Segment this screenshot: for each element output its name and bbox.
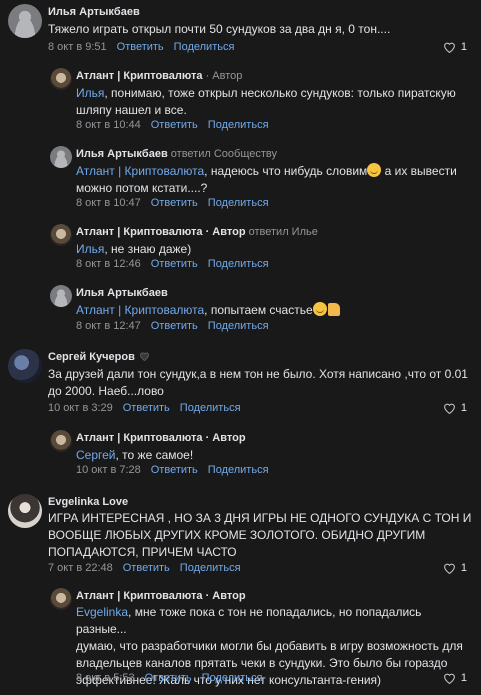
heart-icon bbox=[443, 563, 455, 574]
comment-date[interactable]: 7 окт в 22:48 bbox=[48, 562, 113, 574]
thumbs-up-emoji-icon bbox=[327, 303, 340, 316]
reply-button[interactable]: Ответить bbox=[151, 320, 198, 332]
comment-date[interactable]: 8 окт в 10:47 bbox=[76, 197, 141, 209]
comment-meta: 10 окт в 7:28 Ответить Поделиться bbox=[76, 464, 279, 476]
comment-text: За друзей дали тон сундук,а в нем тон не… bbox=[48, 367, 468, 398]
comment-meta: 8 окт в 12:47 Ответить Поделиться bbox=[76, 320, 279, 332]
avatar[interactable] bbox=[8, 4, 42, 38]
mention-link[interactable]: Сергей bbox=[76, 448, 116, 462]
comment-date[interactable]: 8 окт в 12:47 bbox=[76, 320, 141, 332]
comment-author[interactable]: Сергей Кучеров bbox=[48, 351, 150, 363]
comment-meta: 8 окт в 10:44 Ответить Поделиться bbox=[76, 119, 279, 131]
like-count: 1 bbox=[460, 562, 467, 574]
like-button[interactable]: 1 bbox=[443, 672, 467, 684]
comment-meta: 8 окт в 5:53 Ответить Поделиться bbox=[76, 672, 272, 684]
reply-button[interactable]: Ответить bbox=[151, 197, 198, 209]
comment-meta: 8 окт в 10:47 Ответить Поделиться bbox=[76, 197, 279, 209]
author-badge: · Автор bbox=[202, 590, 246, 602]
avatar[interactable] bbox=[50, 588, 72, 610]
share-button[interactable]: Поделиться bbox=[208, 320, 269, 332]
reply-button[interactable]: Ответить bbox=[123, 562, 170, 574]
comment-date[interactable]: 8 окт в 10:44 bbox=[76, 119, 141, 131]
reply-target: ответил Илье bbox=[245, 226, 318, 238]
comment-date[interactable]: 8 окт в 5:53 bbox=[76, 672, 135, 684]
like-button[interactable]: 1 bbox=[443, 562, 467, 574]
comment-text: Илья, не знаю даже) bbox=[76, 242, 192, 256]
reply-button[interactable]: Ответить bbox=[151, 119, 198, 131]
avatar[interactable] bbox=[50, 285, 72, 307]
smile-emoji-icon bbox=[367, 163, 382, 177]
smile-emoji-icon bbox=[312, 302, 327, 316]
comment-author[interactable]: Илья Артыкбаев ответил Сообществу bbox=[76, 148, 277, 160]
reply-button[interactable]: Ответить bbox=[117, 41, 164, 53]
reply-button[interactable]: Ответить bbox=[151, 464, 198, 476]
comment-date[interactable]: 8 окт в 12:46 bbox=[76, 258, 141, 270]
comment-date[interactable]: 8 окт в 9:51 bbox=[48, 41, 107, 53]
share-button[interactable]: Поделиться bbox=[174, 41, 235, 53]
comment-date[interactable]: 10 окт в 7:28 bbox=[76, 464, 141, 476]
black-heart-icon bbox=[139, 352, 149, 361]
mention-link[interactable]: Атлант | Криптовалюта bbox=[76, 303, 204, 317]
reply-button[interactable]: Ответить bbox=[123, 402, 170, 414]
comment-meta: 7 окт в 22:48 Ответить Поделиться bbox=[48, 562, 251, 574]
comment-text: Атлант | Криптовалюта, надеюсь что нибуд… bbox=[76, 163, 457, 195]
mention-link[interactable]: Атлант | Криптовалюта bbox=[76, 164, 204, 178]
reply-target: ответил Сообществу bbox=[167, 148, 277, 160]
heart-icon bbox=[443, 403, 455, 414]
comment-text: ИГРА ИНТЕРЕСНАЯ , НО ЗА 3 ДНЯ ИГРЫ НЕ ОД… bbox=[48, 511, 472, 559]
reply-button[interactable]: Ответить bbox=[151, 258, 198, 270]
share-button[interactable]: Поделиться bbox=[180, 562, 241, 574]
mention-link[interactable]: Илья bbox=[76, 242, 104, 256]
comment-date[interactable]: 10 окт в 3:29 bbox=[48, 402, 113, 414]
share-button[interactable]: Поделиться bbox=[202, 672, 263, 684]
share-button[interactable]: Поделиться bbox=[208, 197, 269, 209]
like-count: 1 bbox=[460, 41, 467, 53]
like-button[interactable]: 1 bbox=[443, 41, 467, 53]
share-button[interactable]: Поделиться bbox=[208, 464, 269, 476]
mention-link[interactable]: Evgelinka bbox=[76, 605, 128, 619]
avatar[interactable] bbox=[50, 224, 72, 246]
author-badge: · Автор bbox=[202, 70, 243, 82]
heart-icon bbox=[443, 673, 455, 684]
comment-meta: 8 окт в 12:46 Ответить Поделиться bbox=[76, 258, 279, 270]
avatar[interactable] bbox=[50, 430, 72, 452]
comment-text: Сергей, то же самое! bbox=[76, 448, 194, 462]
share-button[interactable]: Поделиться bbox=[208, 119, 269, 131]
author-badge: · Автор bbox=[202, 226, 246, 238]
comment-meta: 8 окт в 9:51 Ответить Поделиться bbox=[48, 41, 244, 53]
comment-author[interactable]: Атлант | Криптовалюта · Автор bbox=[76, 590, 246, 602]
comment-text: Тяжело играть открыл почти 50 сундуков з… bbox=[48, 22, 391, 36]
comment-author[interactable]: Илья Артыкбаев bbox=[48, 6, 140, 18]
like-count: 1 bbox=[460, 402, 467, 414]
like-button[interactable]: 1 bbox=[443, 402, 467, 414]
avatar[interactable] bbox=[8, 494, 42, 528]
comment-author[interactable]: Илья Артыкбаев bbox=[76, 287, 168, 299]
comment-meta: 10 окт в 3:29 Ответить Поделиться bbox=[48, 402, 251, 414]
comment-text: Илья, понимаю, тоже открыл несколько сун… bbox=[76, 86, 456, 117]
mention-link[interactable]: Илья bbox=[76, 86, 104, 100]
share-button[interactable]: Поделиться bbox=[180, 402, 241, 414]
comment-author[interactable]: Evgelinka Love bbox=[48, 496, 128, 508]
reply-button[interactable]: Ответить bbox=[145, 672, 192, 684]
avatar[interactable] bbox=[8, 349, 42, 383]
heart-icon bbox=[443, 42, 455, 53]
avatar[interactable] bbox=[50, 68, 72, 90]
like-count: 1 bbox=[460, 672, 467, 684]
comment-author[interactable]: Атлант | Криптовалюта · Автор bbox=[76, 70, 242, 82]
author-badge: · Автор bbox=[202, 432, 246, 444]
comment-author[interactable]: Атлант | Криптовалюта · Автор bbox=[76, 432, 246, 444]
comment-author[interactable]: Атлант | Криптовалюта · Автор ответил Ил… bbox=[76, 226, 318, 238]
share-button[interactable]: Поделиться bbox=[208, 258, 269, 270]
comment-text: Атлант | Криптовалюта, попытаем счастье bbox=[76, 302, 340, 319]
avatar[interactable] bbox=[50, 146, 72, 168]
